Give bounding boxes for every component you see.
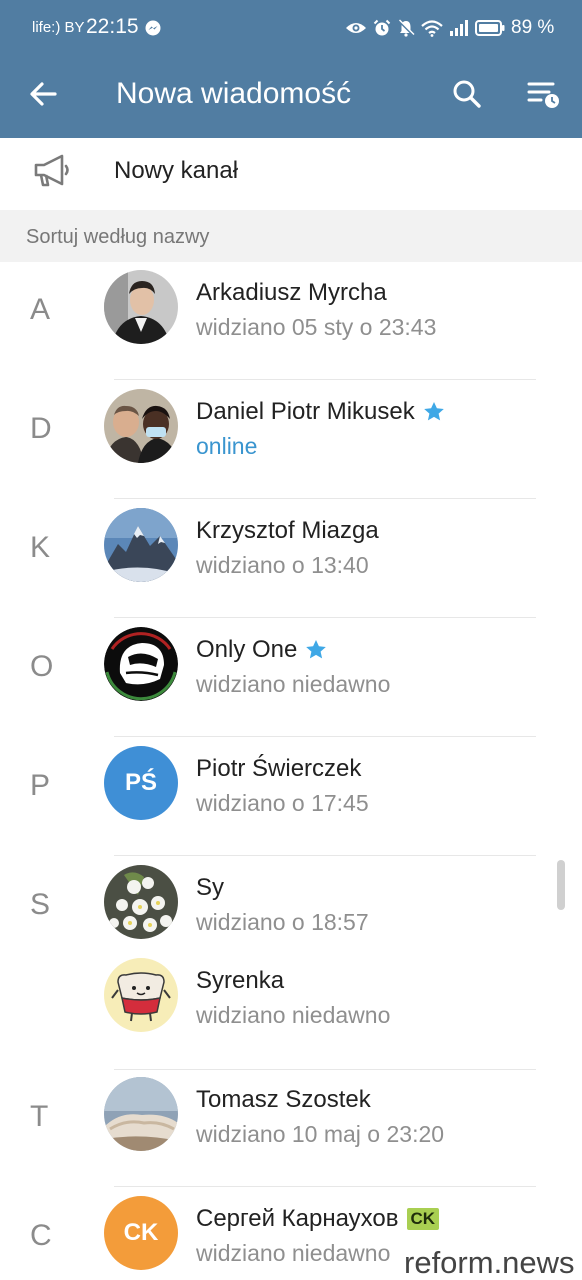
- sort-section: Sortuj według nazwy: [0, 210, 582, 262]
- section-letter: S: [30, 888, 51, 921]
- megaphone-icon: [34, 154, 69, 187]
- verified-star-icon: [423, 402, 444, 421]
- new-channel-label: Nowy kanał: [114, 157, 239, 184]
- section-letter: A: [30, 293, 51, 326]
- sort-label: Sortuj według nazwy: [26, 226, 210, 248]
- sort-button[interactable]: [520, 74, 568, 114]
- contact-row[interactable]: Syrenka widziano niedawno: [0, 950, 582, 1070]
- row-divider: [114, 1186, 536, 1187]
- row-divider: [114, 379, 536, 380]
- clock: 22:15: [86, 15, 139, 38]
- search-button[interactable]: [446, 74, 488, 114]
- contact-last-seen: widziano niedawno: [196, 671, 391, 697]
- contact-row[interactable]: K Krzysztof Miazga widziano o 13:40: [0, 500, 582, 618]
- app-header: life:) BY 22:15 89 % Nowa wiadomość: [0, 0, 582, 138]
- search-icon: [453, 80, 481, 108]
- avatar: PŚ: [104, 746, 178, 820]
- contact-last-seen: widziano 10 maj o 23:20: [196, 1121, 445, 1147]
- sort-clock-icon: [527, 82, 559, 108]
- verified-star-icon: [306, 640, 327, 659]
- contact-name: Daniel Piotr Mikusek: [196, 398, 415, 425]
- status-bar: life:) BY 22:15 89 %: [0, 0, 582, 58]
- watermark: reform.news: [404, 1245, 575, 1280]
- contact-name: Сергей Карнаухов: [196, 1205, 399, 1232]
- contact-last-seen: widziano o 17:45: [196, 790, 369, 816]
- contact-last-seen: online: [196, 433, 258, 459]
- alarm-icon: [373, 19, 391, 36]
- contact-row[interactable]: O Only One widziano niedawno: [0, 619, 582, 737]
- avatar: [104, 389, 178, 463]
- carrier-label: life:) BY: [32, 19, 85, 36]
- contact-row[interactable]: P PŚ Piotr Świerczek widziano o 17:45: [0, 738, 582, 856]
- section-letter: K: [30, 531, 51, 564]
- avatar: [104, 270, 178, 344]
- page-title: Nowa wiadomość: [116, 77, 352, 110]
- contact-last-seen: widziano niedawno: [196, 1002, 391, 1028]
- wifi-icon: [421, 19, 443, 37]
- avatar: [104, 1077, 178, 1151]
- contact-name: Arkadiusz Myrcha: [196, 279, 387, 306]
- contact-row[interactable]: T Tomasz Szostek widziano 10 maj o 23:20: [0, 1069, 582, 1187]
- avatar: [104, 958, 178, 1032]
- back-button[interactable]: [20, 74, 66, 114]
- contact-last-seen: widziano o 13:40: [196, 552, 369, 578]
- scrollbar-thumb[interactable]: [557, 860, 565, 910]
- contact-name: Only One: [196, 636, 298, 663]
- contact-name: Krzysztof Miazga: [196, 517, 379, 544]
- name-badge: CK: [406, 1208, 440, 1230]
- avatar: CK: [104, 1196, 178, 1270]
- battery-icon: [475, 20, 505, 36]
- contact-name: Syrenka: [196, 967, 285, 994]
- row-divider: [114, 617, 536, 618]
- row-divider: [114, 736, 536, 737]
- new-channel-row[interactable]: Nowy kanał: [0, 138, 582, 210]
- contact-row[interactable]: A Arkadiusz Myrcha widziano 05 sty o 23:…: [0, 262, 582, 380]
- row-divider: [114, 855, 536, 856]
- contact-last-seen: widziano 05 sty o 23:43: [196, 314, 437, 340]
- row-divider: [114, 498, 536, 499]
- battery-percent: 89 %: [511, 17, 555, 38]
- avatar: [104, 865, 178, 939]
- eye-icon: [346, 23, 366, 33]
- signal-icon: [450, 20, 468, 36]
- section-letter: D: [30, 412, 52, 445]
- avatar: [104, 627, 178, 701]
- messenger-icon: [145, 20, 161, 36]
- contact-last-seen: widziano niedawno: [196, 1240, 391, 1266]
- contact-name: Tomasz Szostek: [196, 1086, 371, 1113]
- contact-row[interactable]: D Daniel Piotr Mikusek online: [0, 381, 582, 499]
- contact-name: Sy: [196, 874, 225, 901]
- mute-icon: [398, 19, 415, 37]
- contact-name: Piotr Świerczek: [196, 755, 362, 782]
- section-letter: P: [30, 769, 51, 802]
- avatar: [104, 508, 178, 582]
- section-letter: C: [30, 1219, 52, 1252]
- arrow-left-icon: [30, 82, 57, 106]
- section-letter: O: [30, 650, 54, 683]
- section-letter: T: [30, 1100, 49, 1133]
- contact-last-seen: widziano o 18:57: [196, 909, 369, 935]
